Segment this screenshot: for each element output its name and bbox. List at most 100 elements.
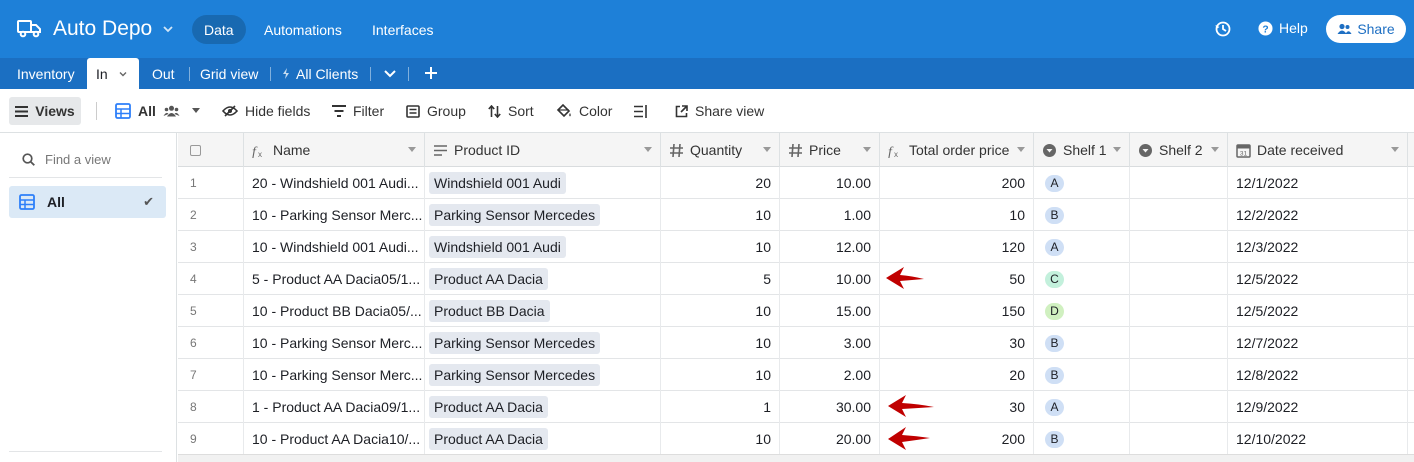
linked-record-chip[interactable]: Product AA Dacia — [429, 396, 548, 418]
table-row[interactable]: 2 10 - Parking Sensor Merc... Parking Sens… — [178, 199, 1414, 231]
shelf-2-cell[interactable] — [1130, 199, 1228, 231]
date-received-cell[interactable]: 12/9/2022 — [1228, 391, 1408, 423]
column-header-price[interactable]: Price — [780, 133, 880, 167]
linked-record-chip[interactable]: Parking Sensor Mercedes — [429, 332, 601, 354]
base-title[interactable]: Auto Depo — [53, 17, 152, 41]
shelf-2-cell[interactable] — [1130, 263, 1228, 295]
linked-record-chip[interactable]: Product AA Dacia — [429, 268, 548, 290]
column-menu-icon[interactable] — [863, 147, 871, 152]
price-cell[interactable]: 30.00 — [780, 391, 880, 423]
shelf-2-cell[interactable] — [1130, 231, 1228, 263]
column-menu-icon[interactable] — [1113, 147, 1121, 152]
product-id-cell[interactable]: Product AA Dacia — [425, 423, 661, 455]
column-header-name[interactable]: f x Name — [244, 133, 425, 167]
shelf-2-cell[interactable] — [1130, 391, 1228, 423]
tab-all-clients[interactable]: All Clients — [273, 58, 367, 89]
tab-in[interactable]: In — [87, 58, 139, 89]
quantity-cell[interactable]: 10 — [661, 295, 780, 327]
date-received-cell[interactable]: 12/7/2022 — [1228, 327, 1408, 359]
quantity-cell[interactable]: 10 — [661, 199, 780, 231]
shelf-1-cell[interactable]: A — [1034, 391, 1130, 423]
filter-button[interactable]: Filter — [332, 89, 384, 133]
total-order-price-cell[interactable]: 10 — [880, 199, 1034, 231]
chevron-down-icon[interactable] — [118, 69, 128, 79]
chevron-down-icon[interactable] — [383, 68, 397, 80]
price-cell[interactable]: 1.00 — [780, 199, 880, 231]
product-id-cell[interactable]: Product BB Dacia — [425, 295, 661, 327]
product-id-cell[interactable]: Parking Sensor Mercedes — [425, 359, 661, 391]
plus-icon[interactable] — [424, 66, 438, 80]
column-header-date-received[interactable]: 31 Date received — [1228, 133, 1408, 167]
product-id-cell[interactable]: Parking Sensor Mercedes — [425, 199, 661, 231]
linked-record-chip[interactable]: Product AA Dacia — [429, 428, 548, 450]
linked-record-chip[interactable]: Parking Sensor Mercedes — [429, 204, 601, 226]
chevron-down-icon[interactable] — [161, 22, 175, 36]
table-row[interactable]: 6 10 - Parking Sensor Merc... Parking Sens… — [178, 327, 1414, 359]
nav-interfaces[interactable]: Interfaces — [360, 15, 445, 44]
sort-button[interactable]: Sort — [488, 89, 534, 133]
name-cell[interactable]: 1 - Product AA Dacia09/1... — [244, 391, 425, 423]
price-cell[interactable]: 15.00 — [780, 295, 880, 327]
price-cell[interactable]: 20.00 — [780, 423, 880, 455]
quantity-cell[interactable]: 1 — [661, 391, 780, 423]
total-order-price-cell[interactable]: 150 — [880, 295, 1034, 327]
share-button[interactable]: Share — [1326, 15, 1406, 43]
shelf-1-cell[interactable]: B — [1034, 359, 1130, 391]
history-icon[interactable] — [1214, 20, 1232, 38]
name-cell[interactable]: 10 - Parking Sensor Merc... — [244, 199, 425, 231]
nav-automations[interactable]: Automations — [252, 15, 354, 44]
total-order-price-cell[interactable]: 30 — [880, 327, 1034, 359]
tab-grid-view[interactable]: Grid view — [191, 58, 267, 89]
linked-record-chip[interactable]: Windshield 001 Audi — [429, 236, 566, 258]
price-cell[interactable]: 10.00 — [780, 263, 880, 295]
row-height-button[interactable] — [634, 89, 648, 133]
shelf-1-cell[interactable]: C — [1034, 263, 1130, 295]
shelf-2-cell[interactable] — [1130, 167, 1228, 199]
date-received-cell[interactable]: 12/5/2022 — [1228, 263, 1408, 295]
shelf-1-cell[interactable]: A — [1034, 167, 1130, 199]
table-row[interactable]: 1 20 - Windshield 001 Audi... Windshield 0… — [178, 167, 1414, 199]
shelf-1-cell[interactable]: B — [1034, 423, 1130, 455]
date-received-cell[interactable]: 12/1/2022 — [1228, 167, 1408, 199]
share-view-button[interactable]: Share view — [675, 89, 764, 133]
table-row[interactable]: 8 1 - Product AA Dacia09/1... Product AA D… — [178, 391, 1414, 423]
price-cell[interactable]: 2.00 — [780, 359, 880, 391]
column-menu-icon[interactable] — [1211, 147, 1219, 152]
product-id-cell[interactable]: Windshield 001 Audi — [425, 231, 661, 263]
shelf-2-cell[interactable] — [1130, 423, 1228, 455]
name-cell[interactable]: 5 - Product AA Dacia05/1... — [244, 263, 425, 295]
quantity-cell[interactable]: 10 — [661, 359, 780, 391]
column-menu-icon[interactable] — [644, 147, 652, 152]
column-menu-icon[interactable] — [408, 147, 416, 152]
name-cell[interactable]: 10 - Product AA Dacia10/... — [244, 423, 425, 455]
column-header-shelf-1[interactable]: Shelf 1 — [1034, 133, 1130, 167]
linked-record-chip[interactable]: Parking Sensor Mercedes — [429, 364, 601, 386]
table-row[interactable]: 7 10 - Parking Sensor Merc... Parking Sens… — [178, 359, 1414, 391]
view-switcher[interactable]: All — [115, 89, 200, 133]
date-received-cell[interactable]: 12/5/2022 — [1228, 295, 1408, 327]
shelf-2-cell[interactable] — [1130, 295, 1228, 327]
total-order-price-cell[interactable]: 200 — [880, 167, 1034, 199]
product-id-cell[interactable]: Product AA Dacia — [425, 263, 661, 295]
find-view-search[interactable]: Find a view — [22, 152, 111, 167]
table-row[interactable]: 5 10 - Product BB Dacia05/... Product BB D… — [178, 295, 1414, 327]
column-menu-icon[interactable] — [1391, 147, 1399, 152]
name-cell[interactable]: 20 - Windshield 001 Audi... — [244, 167, 425, 199]
price-cell[interactable]: 12.00 — [780, 231, 880, 263]
color-button[interactable]: Color — [556, 89, 612, 133]
table-row[interactable]: 3 10 - Windshield 001 Audi... Windshield 0… — [178, 231, 1414, 263]
name-cell[interactable]: 10 - Parking Sensor Merc... — [244, 359, 425, 391]
quantity-cell[interactable]: 10 — [661, 423, 780, 455]
shelf-1-cell[interactable]: D — [1034, 295, 1130, 327]
quantity-cell[interactable]: 10 — [661, 231, 780, 263]
shelf-2-cell[interactable] — [1130, 359, 1228, 391]
quantity-cell[interactable]: 20 — [661, 167, 780, 199]
views-button[interactable]: Views — [9, 97, 81, 125]
date-received-cell[interactable]: 12/3/2022 — [1228, 231, 1408, 263]
shelf-1-cell[interactable]: B — [1034, 327, 1130, 359]
column-header-shelf-2[interactable]: Shelf 2 — [1130, 133, 1228, 167]
column-header-total-order-price[interactable]: f x Total order price — [880, 133, 1034, 167]
name-cell[interactable]: 10 - Product BB Dacia05/... — [244, 295, 425, 327]
find-view-input[interactable]: Find a view — [45, 152, 111, 167]
product-id-cell[interactable]: Parking Sensor Mercedes — [425, 327, 661, 359]
